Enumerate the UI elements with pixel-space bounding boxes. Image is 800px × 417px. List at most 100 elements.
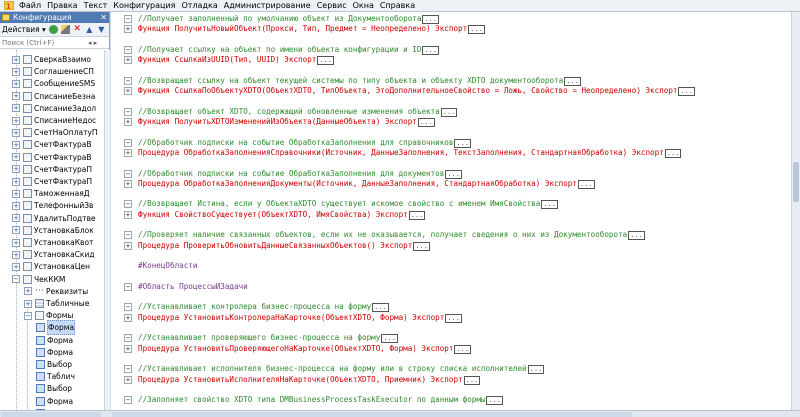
tree-item[interactable]: + СписаниеБезна [12, 90, 95, 103]
expand-icon[interactable]: + [12, 92, 20, 101]
expand-block-icon[interactable]: + [124, 241, 132, 250]
code-editor[interactable]: −//Получает заполненный по умолчанию объ… [111, 12, 791, 410]
collapse-icon[interactable]: − [24, 311, 32, 320]
expand-icon[interactable]: + [12, 140, 20, 149]
tree-scrollbar[interactable] [104, 50, 110, 410]
menu-configuration[interactable]: Конфигурация [110, 0, 178, 12]
expand-icon[interactable]: + [12, 250, 20, 259]
menu-windows[interactable]: Окна [350, 0, 377, 12]
tree-item[interactable]: + СписаниеНедос [12, 114, 96, 127]
expand-icon[interactable]: + [12, 153, 20, 162]
expand-icon[interactable]: + [12, 79, 20, 88]
collapsed-block-marker[interactable]: ... [486, 396, 504, 406]
tree-item[interactable]: + УстановкаКвот [12, 236, 93, 249]
expand-block-icon[interactable]: + [124, 56, 132, 65]
collapse-block-icon[interactable]: − [124, 396, 132, 405]
tree-horizontal-scrollbar[interactable] [1, 412, 101, 417]
tree-item[interactable]: Форма [36, 395, 73, 408]
expand-icon[interactable]: + [12, 104, 20, 113]
menu-file[interactable]: Файл [16, 0, 44, 12]
move-down-icon[interactable]: ▼ [97, 25, 106, 34]
delete-icon[interactable]: ✕ [73, 25, 82, 34]
editor-scroll-thumb[interactable] [793, 162, 799, 202]
expand-block-icon[interactable]: + [124, 179, 132, 188]
expand-block-icon[interactable]: + [124, 87, 132, 96]
tree-item[interactable]: + УстановкаСкид [12, 248, 95, 261]
tree-item[interactable]: + СообщениеSMS [12, 77, 95, 90]
tree-item[interactable]: + СчетФактураП [12, 175, 92, 188]
menu-text[interactable]: Текст [81, 0, 111, 12]
tree-item[interactable]: Выбор [36, 382, 72, 395]
expand-icon[interactable]: + [12, 262, 20, 271]
expand-block-icon[interactable]: + [124, 375, 132, 384]
tree-item[interactable]: + СчетФактураВ [12, 138, 92, 151]
expand-icon[interactable]: + [12, 116, 20, 125]
tree-item[interactable]: + ⋯ Реквизиты [24, 285, 88, 298]
tree-item[interactable]: Форма [36, 320, 76, 336]
menu-service[interactable]: Сервис [314, 0, 350, 12]
collapse-block-icon[interactable]: − [124, 200, 132, 209]
tree-item[interactable]: − ЧекККМ [12, 273, 65, 286]
collapse-block-icon[interactable]: − [124, 15, 132, 23]
search-input[interactable] [0, 37, 88, 48]
collapse-block-icon[interactable]: − [124, 138, 132, 147]
tree-item[interactable]: + УстановкаБлок [12, 224, 94, 237]
expand-icon[interactable]: + [24, 287, 32, 296]
expand-icon[interactable]: + [12, 238, 20, 247]
tree-item[interactable]: Форма [36, 334, 73, 347]
expand-icon[interactable]: + [12, 189, 20, 198]
collapse-block-icon[interactable]: − [124, 169, 132, 178]
expand-icon[interactable]: + [12, 177, 20, 186]
expand-icon[interactable]: + [12, 214, 20, 223]
tree-item[interactable]: + Табличные [24, 297, 89, 310]
collapse-block-icon[interactable]: − [124, 365, 132, 374]
menu-edit[interactable]: Правка [44, 0, 80, 12]
expand-block-icon[interactable]: + [124, 148, 132, 157]
edit-icon[interactable] [60, 25, 70, 34]
expand-block-icon[interactable]: + [124, 210, 132, 219]
search-nav-buttons[interactable]: ◂ ▸ [88, 39, 97, 47]
tree-item[interactable]: + УстановкаЦен [12, 260, 90, 273]
expand-icon[interactable]: + [12, 55, 20, 64]
tree-item[interactable]: + СчетФактураП [12, 163, 92, 176]
menu-debug[interactable]: Отладка [178, 0, 220, 12]
tree-item[interactable]: Выбор [36, 358, 72, 371]
menu-administration[interactable]: Администрирование [221, 0, 314, 12]
move-up-icon[interactable]: ▲ [85, 25, 94, 34]
collapse-block-icon[interactable]: − [124, 76, 132, 85]
actions-menu-button[interactable]: Действия ▾ [2, 25, 46, 34]
collapse-icon[interactable]: − [12, 275, 20, 284]
expand-icon[interactable]: + [12, 201, 20, 210]
expand-block-icon[interactable]: + [124, 118, 132, 126]
tree-item[interactable]: + УдалитьПодтве [12, 212, 96, 225]
expand-icon[interactable]: + [12, 165, 20, 174]
tree-item[interactable]: + СоглашениеСП [12, 65, 94, 78]
tree-item[interactable]: + СчетНаОплатуП [12, 126, 98, 139]
tree-item[interactable]: + ТаможеннаяД [12, 187, 90, 200]
expand-block-icon[interactable]: + [124, 313, 132, 322]
expand-icon[interactable]: + [12, 67, 20, 76]
collapse-block-icon[interactable]: − [124, 231, 132, 240]
expand-block-icon[interactable]: + [124, 344, 132, 353]
tree-item[interactable]: Таблич [36, 370, 75, 383]
close-icon[interactable]: ✕ [100, 12, 107, 23]
expand-icon[interactable]: + [12, 128, 20, 137]
expand-block-icon[interactable]: + [124, 25, 132, 34]
collapse-block-icon[interactable]: − [124, 282, 132, 291]
tree-item[interactable]: + СписаниеЗадол [12, 102, 96, 115]
code-line[interactable]: −//Заполняет свойство XDTO типа DMBusine… [111, 394, 791, 406]
menu-help[interactable]: Справка [377, 0, 418, 12]
tree-item[interactable]: + СчетФактураВ [12, 151, 92, 164]
collapse-block-icon[interactable]: − [124, 303, 132, 312]
tree-item[interactable]: + ТелефонныйЗв [12, 199, 93, 212]
collapse-block-icon[interactable]: − [124, 334, 132, 343]
tree-item[interactable]: Форма [36, 346, 73, 359]
tree-item[interactable]: + СверкаВзаимо [12, 53, 91, 66]
expand-icon[interactable]: + [12, 226, 20, 235]
collapse-block-icon[interactable]: − [124, 45, 132, 54]
collapse-block-icon[interactable]: − [124, 107, 132, 116]
editor-horizontal-scrollbar[interactable] [112, 412, 632, 417]
editor-scrollbar[interactable] [791, 12, 800, 410]
expand-icon[interactable]: + [24, 299, 32, 308]
add-icon[interactable] [48, 25, 58, 34]
